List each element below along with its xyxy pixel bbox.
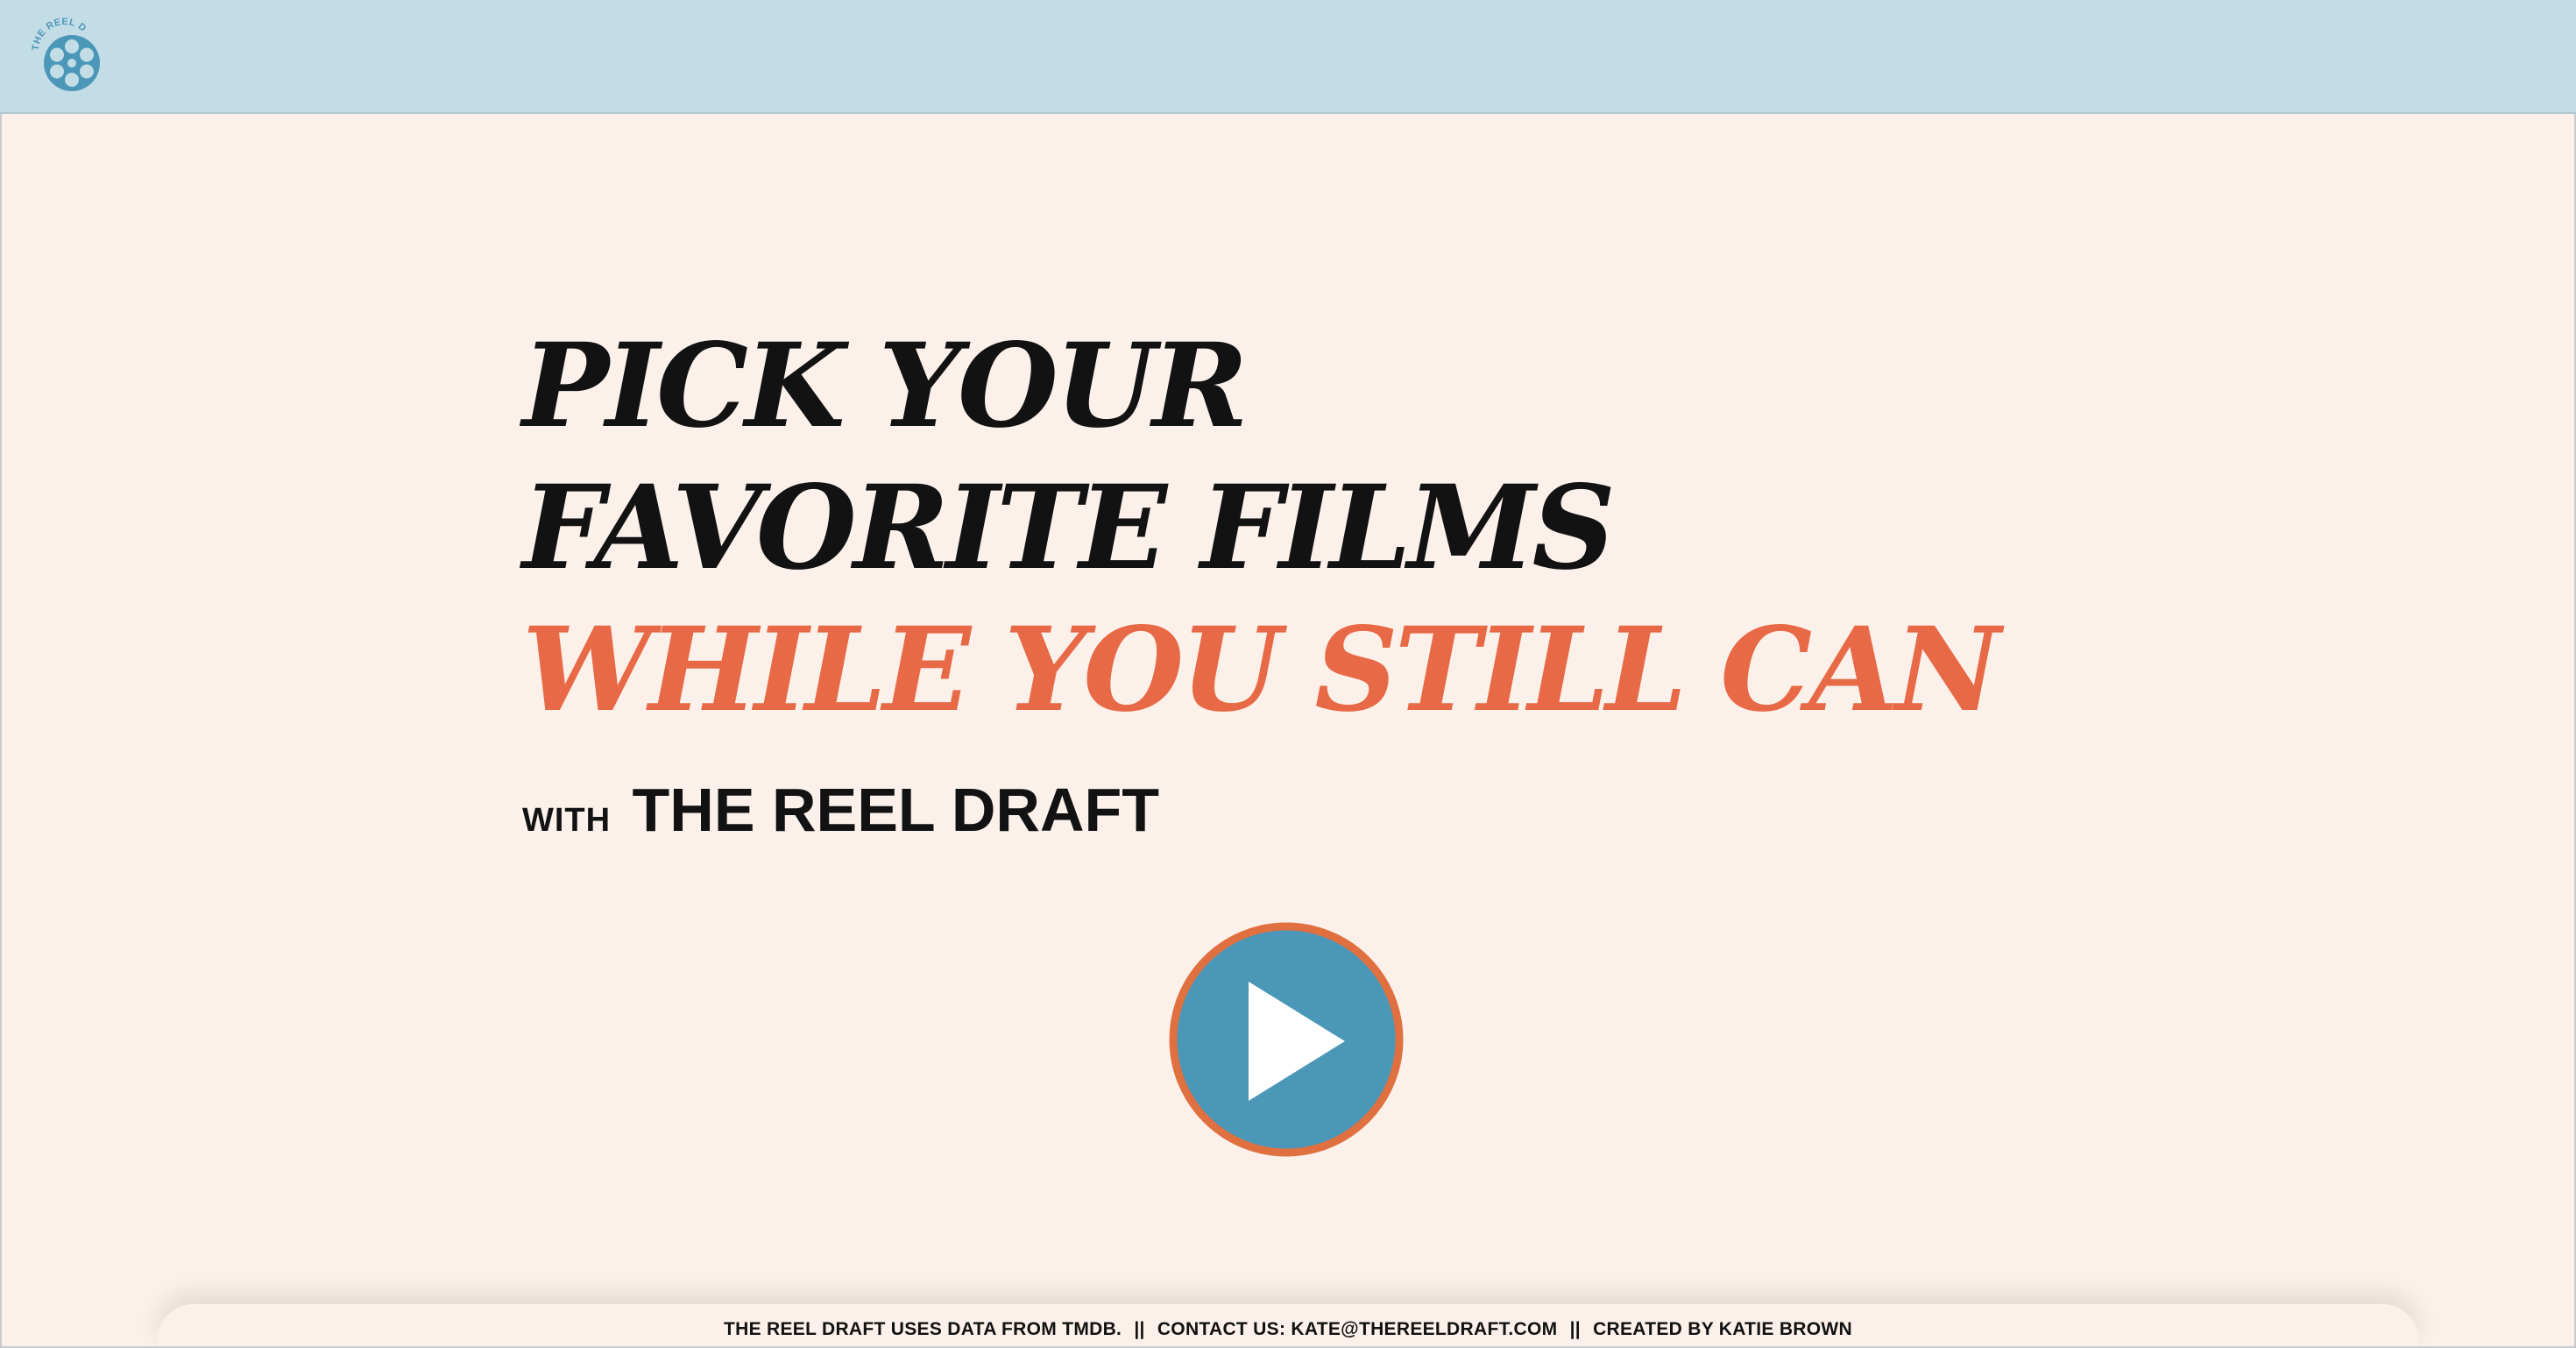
footer-contact-link[interactable]: CONTACT US: KATE@THEREELDRAFT.COM: [1157, 1319, 1558, 1339]
footer-separator: ||: [1569, 1319, 1581, 1339]
site-logo[interactable]: THE REEL DRAFT: [23, 10, 110, 96]
hero-tagline: WITH THE REEL DRAFT: [522, 775, 1159, 845]
film-reel-icon: THE REEL DRAFT: [23, 10, 100, 91]
footer-creator: CREATED BY KATIE BROWN: [1593, 1319, 1852, 1339]
play-icon: [1169, 922, 1404, 1157]
headline-line-3: WHILE YOU STILL CAN: [522, 602, 2000, 738]
headline-line-1: PICK YOUR: [522, 318, 1249, 454]
play-button[interactable]: [1169, 922, 1404, 1157]
top-navigation-bar: THE REEL DRAFT: [0, 0, 2576, 114]
tagline-with-label: WITH: [522, 802, 612, 839]
site-footer: THE REEL DRAFT USES DATA FROM TMDB. || C…: [158, 1304, 2418, 1348]
footer-separator: ||: [1134, 1319, 1145, 1339]
headline-line-2: FAVORITE FILMS: [522, 460, 1616, 596]
hero-headline: PICK YOUR FAVORITE FILMS WHILE YOU STILL…: [522, 316, 2000, 741]
footer-data-credit: THE REEL DRAFT USES DATA FROM TMDB.: [723, 1319, 1122, 1339]
tagline-brand: THE REEL DRAFT: [632, 776, 1160, 844]
